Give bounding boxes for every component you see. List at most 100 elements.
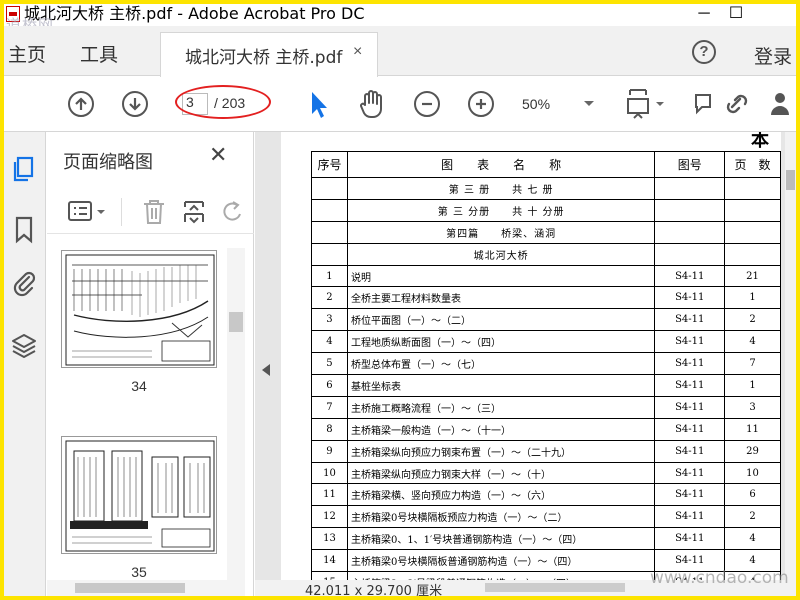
document-vertical-scrollbar[interactable] <box>785 132 796 596</box>
table-row: 8 主桥箱梁一般构造（一）～（十一） S4-11 11 <box>311 417 781 441</box>
panel-close-icon[interactable]: ✕ <box>209 142 227 168</box>
row-code: S4-11 <box>654 286 726 310</box>
row-code: S4-11 <box>654 483 726 507</box>
table-header-row: 序号 图 表 名 称 图号 页 数 <box>311 151 781 178</box>
layers-button[interactable] <box>9 330 39 360</box>
table-section-row: 城北河大桥 <box>311 242 781 266</box>
pointer-arrow-icon <box>312 92 327 118</box>
arrow-up-icon <box>75 97 87 110</box>
zoom-level[interactable]: 50% <box>522 96 550 112</box>
table-row: 13 主桥箱梁0、1、1′号块普通钢筋构造（一）～（四） S4-11 4 <box>311 527 781 551</box>
page-fit-button[interactable] <box>624 87 664 121</box>
zoom-out-button[interactable] <box>414 91 440 117</box>
table-row: 3 桥位平面图（一）～（二） S4-11 2 <box>311 308 781 332</box>
row-title: 主桥箱梁横、竖向预应力构造（一）～（六） <box>346 483 656 507</box>
plus-icon <box>476 99 486 109</box>
row-number: 14 <box>311 549 348 573</box>
scrollbar-thumb[interactable] <box>75 583 185 593</box>
row-title: 主桥箱梁0号块横隔板普通钢筋构造（一）～（四） <box>346 549 656 573</box>
page-dimensions: 42.011 x 29.700 厘米 <box>305 584 443 596</box>
row-number: 3 <box>311 308 348 332</box>
row-title: 说明 <box>346 264 656 288</box>
thumbnail-horizontal-scrollbar[interactable] <box>47 580 245 596</box>
hand-tool-button[interactable] <box>356 87 388 121</box>
zoom-in-button[interactable] <box>468 91 494 117</box>
row-code: S4-11 <box>654 330 726 354</box>
page-thumbnails-icon <box>13 156 34 182</box>
row-pages: 6 <box>724 483 781 507</box>
maximize-button[interactable]: ☐ <box>718 4 754 26</box>
row-code: S4-11 <box>654 374 726 397</box>
thumbnail-options-icon[interactable] <box>67 200 111 224</box>
row-code: S4-11 <box>654 461 726 485</box>
table-section-row: 第 三 分册 共 十 分册 <box>311 198 781 222</box>
column-header: 图 表 名 称 <box>346 151 656 178</box>
zoom-dropdown-icon[interactable] <box>584 101 594 106</box>
next-page-button[interactable] <box>122 91 148 117</box>
row-title: 主桥箱梁0、1、1′号块普通钢筋构造（一）～（四） <box>346 527 656 551</box>
comment-tool-button[interactable] <box>688 87 720 121</box>
row-code: S4-11 <box>654 439 726 463</box>
row-number: 11 <box>311 483 348 507</box>
horizontal-scrollbar-thumb[interactable] <box>485 583 625 592</box>
menu-tools[interactable]: 工具 <box>80 40 118 67</box>
toolbar-divider <box>121 198 122 226</box>
table-row: 4 工程地质纵断面图（一）～（四） S4-11 4 <box>311 330 781 354</box>
row-code: S4-11 <box>654 527 726 551</box>
table-row: 6 基桩坐标表 S4-11 1 <box>311 374 781 397</box>
row-pages: 10 <box>724 461 781 485</box>
table-row: 12 主桥箱梁0号块横隔板预应力构造（一）～（二） S4-11 2 <box>311 505 781 529</box>
section-label: 城北河大桥 <box>346 242 656 266</box>
help-icon[interactable]: ? <box>692 40 716 64</box>
panel-toolbar <box>47 190 254 234</box>
layers-icon <box>12 334 36 358</box>
thumbnail-vertical-scrollbar[interactable] <box>227 248 245 582</box>
page-thumbnail[interactable] <box>61 436 217 554</box>
collapse-panel-icon[interactable] <box>262 364 270 376</box>
scrollbar-thumb[interactable] <box>229 312 243 332</box>
row-title: 主桥施工概略流程（一）～（三） <box>346 395 656 419</box>
share-people-button[interactable] <box>768 87 796 121</box>
extract-pages-icon[interactable] <box>181 198 209 226</box>
share-link-button[interactable] <box>720 87 752 121</box>
document-view[interactable]: 本 序号 图 表 名 称 图号 页 数 第 三 册 共 七 册 第 三 分册 共… <box>255 132 796 596</box>
row-pages: 4 <box>724 527 781 551</box>
arrow-down-icon <box>129 98 141 111</box>
section-label: 第四篇 桥梁、涵洞 <box>346 220 656 244</box>
watermark-bottom: www.cndao.com <box>650 568 789 588</box>
title-bar: 城北河大桥 主桥.pdf - Adobe Acrobat Pro DC 道桥网 … <box>4 4 796 34</box>
row-code: S4-11 <box>654 264 726 288</box>
rotate-icon[interactable] <box>221 200 245 224</box>
trash-icon[interactable] <box>141 198 167 226</box>
table-row: 1 说明 S4-11 21 <box>311 264 781 288</box>
row-pages: 29 <box>724 439 781 463</box>
thumbnail-panel: 页面缩略图 ✕ 34 35 <box>47 132 254 596</box>
row-pages: 7 <box>724 352 781 376</box>
login-button[interactable]: 登录 <box>754 42 792 69</box>
tab-document[interactable]: 城北河大桥 主桥.pdf × <box>160 32 378 77</box>
minimize-button[interactable]: ─ <box>686 4 722 26</box>
person-icon <box>771 93 789 115</box>
attachments-button[interactable] <box>9 268 39 298</box>
tab-close-icon[interactable]: × <box>353 43 362 61</box>
menu-home[interactable]: 主页 <box>8 40 46 67</box>
page-thumbnails-button[interactable] <box>9 154 39 184</box>
toolbar: 3 / 203 50% <box>4 77 796 132</box>
table-row: 2 全桥主要工程材料数量表 S4-11 1 <box>311 286 781 310</box>
select-tool-button[interactable] <box>304 87 336 121</box>
row-number: 10 <box>311 461 348 485</box>
row-code: S4-11 <box>654 395 726 419</box>
bookmarks-button[interactable] <box>9 214 39 244</box>
row-number: 4 <box>311 330 348 354</box>
scrollbar-thumb[interactable] <box>786 170 795 190</box>
row-pages: 11 <box>724 417 781 441</box>
comment-icon <box>695 94 711 115</box>
page-thumbnail[interactable] <box>61 250 217 368</box>
drawing-thumbnail-34 <box>65 254 215 366</box>
previous-page-button[interactable] <box>68 91 94 117</box>
section-label: 第 三 分册 共 十 分册 <box>346 198 656 222</box>
table-row: 11 主桥箱梁横、竖向预应力构造（一）～（六） S4-11 6 <box>311 483 781 507</box>
row-number: 9 <box>311 439 348 463</box>
row-pages: 1 <box>724 286 781 310</box>
table-row: 7 主桥施工概略流程（一）～（三） S4-11 3 <box>311 395 781 419</box>
